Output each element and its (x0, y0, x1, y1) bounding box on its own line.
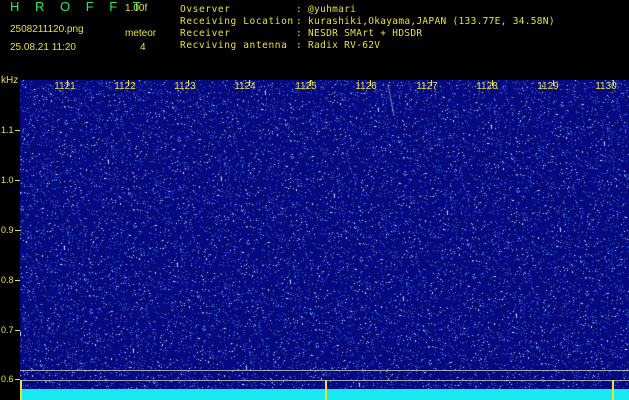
time-marker (325, 380, 327, 400)
spectrogram-plot[interactable]: 1121 1122 1123 1124 1125 1126 1127 1128 … (20, 80, 629, 400)
x-tick-label: 1122 (114, 81, 136, 92)
capture-datetime: 25.08.21 11:20 (10, 42, 76, 53)
x-tick-label: 1129 (537, 81, 559, 92)
x-tick-label: 1125 (295, 81, 317, 92)
detection-mode: meteor (125, 28, 157, 39)
y-tick-label: 0.9 (1, 225, 14, 235)
info-label-observer: Ovserver (180, 4, 231, 15)
info-label-receiver: Receiver (180, 28, 231, 39)
x-tick-label: 1130 (595, 81, 617, 92)
y-tick-label: 1.0 (1, 175, 14, 185)
spectrogram-noise (20, 80, 629, 400)
info-value-observer: : @yuhmari (296, 4, 357, 15)
x-tick-label: 1126 (355, 81, 377, 92)
x-tick-label: 1121 (54, 81, 76, 92)
time-marker (20, 380, 22, 400)
time-marker (612, 380, 614, 400)
x-tick-label: 1127 (416, 81, 438, 92)
x-tick-label: 1124 (234, 81, 256, 92)
reference-line (20, 370, 629, 371)
file-name: 2508211120.png (10, 24, 84, 35)
app-version: 1.00f (125, 3, 148, 14)
info-value-antenna: : Radix RV-62V (296, 40, 381, 51)
info-value-receiver: : NESDR SMArt + HDSDR (296, 28, 423, 39)
info-label-antenna: Recviving antenna (180, 40, 288, 51)
x-tick-label: 1128 (476, 81, 498, 92)
y-tick-label: 0.6 (1, 374, 14, 384)
y-tick-label: 0.8 (1, 275, 14, 285)
y-tick-label: 0.7 (1, 325, 14, 335)
info-label-location: Receiving Location (180, 16, 294, 27)
info-value-location: : kurashiki,Okayama,JAPAN (133.77E, 34.5… (296, 16, 555, 27)
header-panel: H R O F F T 1.00f 2508211120.png 25.08.2… (0, 0, 629, 78)
x-tick-label: 1123 (174, 81, 196, 92)
y-tick-label: 1.1 (1, 125, 14, 135)
y-axis-unit: kHz (1, 75, 19, 86)
meteor-count: 4 (140, 42, 146, 53)
